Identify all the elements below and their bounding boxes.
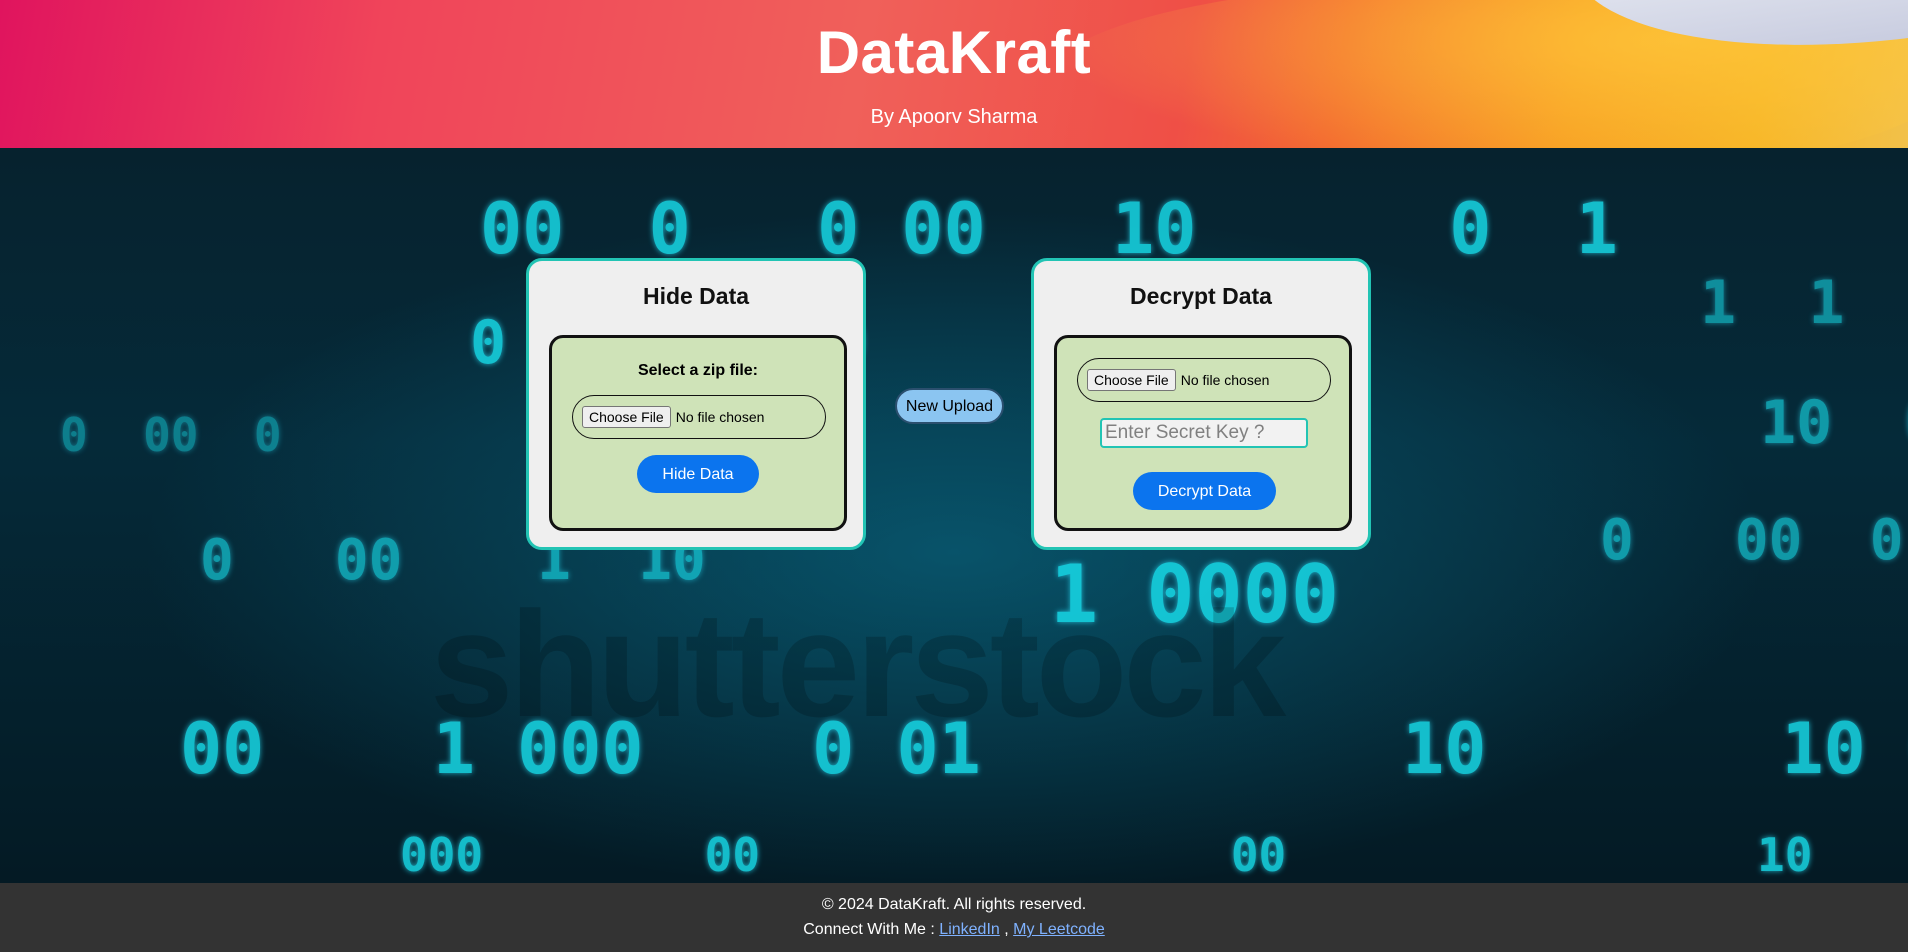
- connect-line: Connect With Me : LinkedIn , My Leetcode: [0, 921, 1908, 939]
- hide-data-button[interactable]: Hide Data: [637, 455, 759, 493]
- decrypt-data-title: Decrypt Data: [1130, 283, 1272, 309]
- bg-digits: 10 0: [1760, 388, 1908, 458]
- secret-key-input[interactable]: [1100, 418, 1308, 448]
- site-header: DataKraft By Apoorv Sharma: [0, 0, 1908, 148]
- hide-data-card: Hide Data Select a zip file: Choose File…: [526, 258, 866, 550]
- zip-file-input[interactable]: Choose File No file chosen: [572, 395, 826, 439]
- choose-file-button[interactable]: Choose File: [1087, 369, 1176, 391]
- decrypt-data-card: Decrypt Data Choose File No file chosen …: [1031, 258, 1371, 550]
- bg-digits: 000 00 00 10: [400, 828, 1813, 882]
- site-title: DataKraft: [816, 19, 1092, 86]
- bg-digits: 0 00 0: [1600, 508, 1904, 573]
- choose-file-button[interactable]: Choose File: [582, 406, 671, 428]
- new-upload-button[interactable]: New Upload: [895, 388, 1004, 424]
- bg-digits: 1 1 1: [1700, 268, 1908, 338]
- binary-background: 00 0 0 00 10 0 1 0 1 0 0 1 00 0 00 0: [0, 148, 1908, 883]
- decrypt-data-panel: Choose File No file chosen Decrypt Data: [1054, 335, 1352, 531]
- site-subtitle: By Apoorv Sharma: [870, 106, 1038, 128]
- decrypt-data-button[interactable]: Decrypt Data: [1133, 472, 1276, 510]
- zip-file-label: Select a zip file:: [637, 362, 759, 379]
- hide-data-panel: Select a zip file: Choose File No file c…: [549, 335, 847, 531]
- site-footer: © 2024 DataKraft. All rights reserved. C…: [0, 883, 1908, 952]
- copyright-text: © 2024 DataKraft. All rights reserved.: [821, 896, 1087, 913]
- file-status-text: No file chosen: [675, 409, 765, 425]
- encrypted-file-input[interactable]: Choose File No file chosen: [1077, 358, 1331, 402]
- linkedin-link[interactable]: LinkedIn: [939, 921, 1000, 938]
- link-separator: ,: [1004, 921, 1009, 938]
- hide-data-title: Hide Data: [642, 283, 750, 309]
- watermark-text: shutterstock: [430, 580, 1286, 748]
- leetcode-link[interactable]: My Leetcode: [1013, 921, 1105, 938]
- connect-label: Connect With Me :: [803, 921, 935, 938]
- file-status-text: No file chosen: [1180, 372, 1270, 388]
